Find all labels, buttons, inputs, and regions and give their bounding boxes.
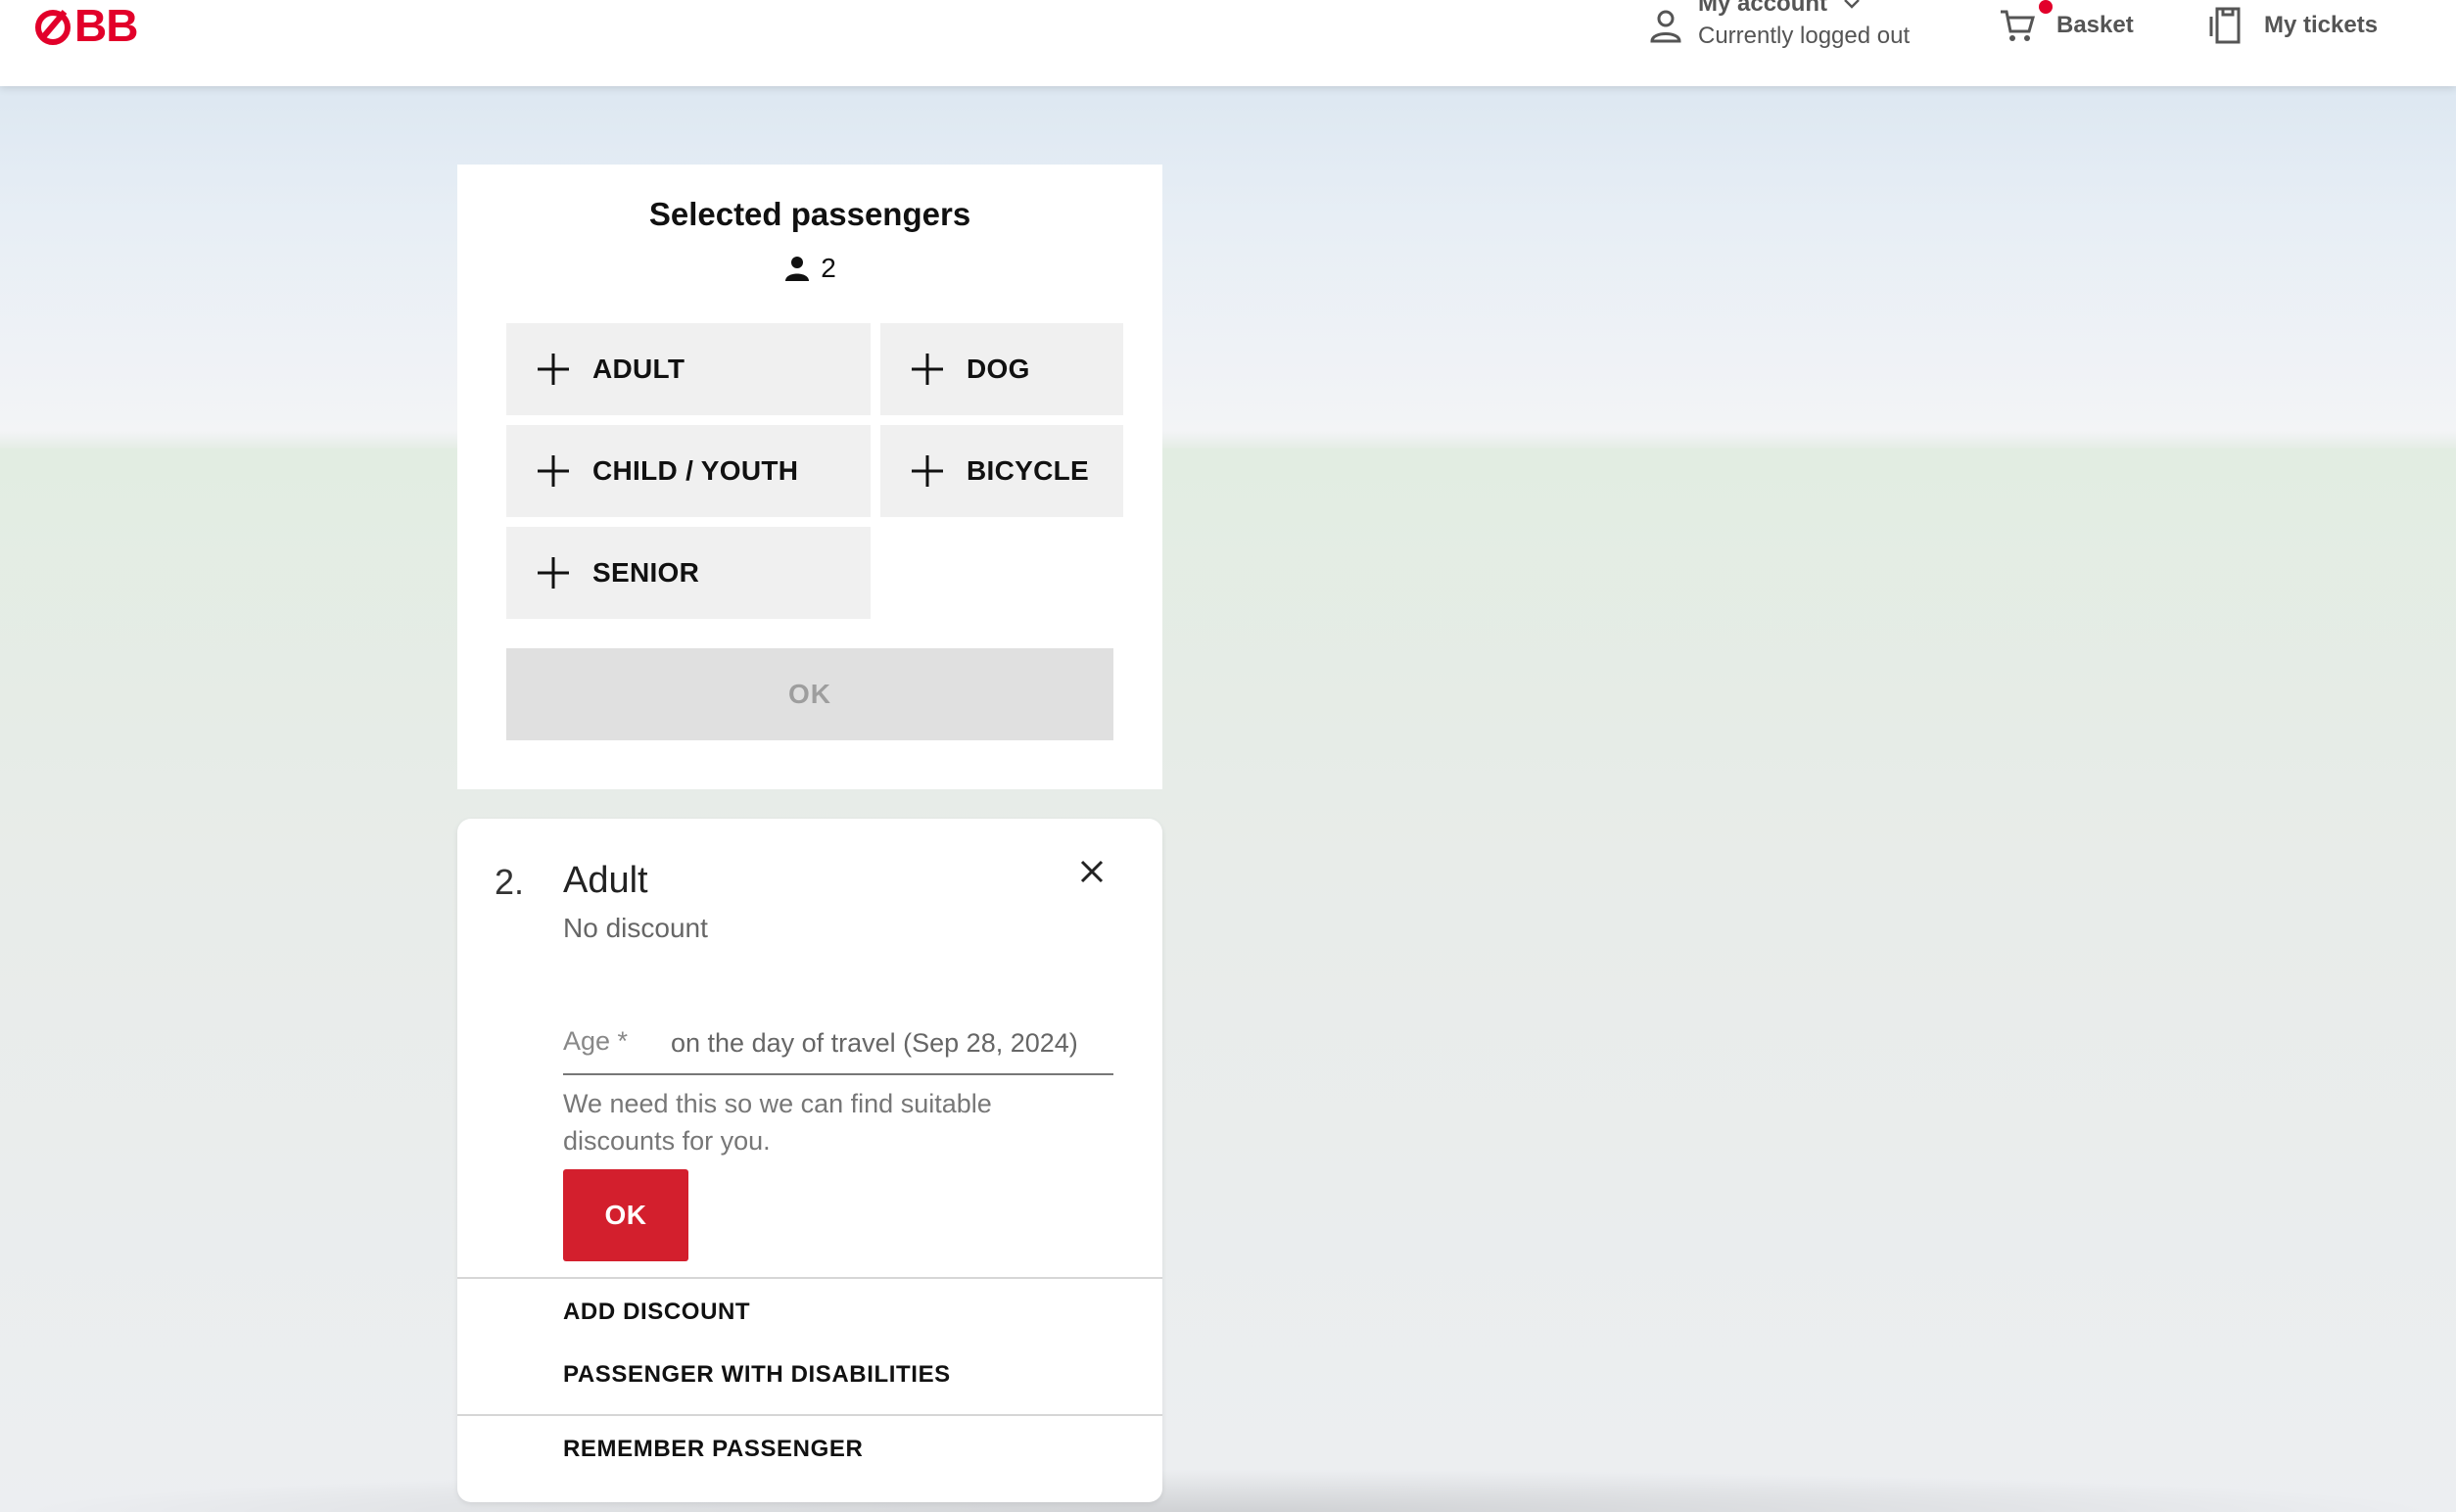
plus-icon — [912, 354, 943, 385]
obb-logo[interactable]: BB — [33, 0, 138, 51]
add-adult-label: ADULT — [592, 354, 685, 384]
obb-logo-mark — [33, 6, 72, 45]
add-adult-button[interactable]: ADULT — [506, 323, 871, 415]
plus-icon — [538, 455, 569, 487]
my-tickets-label: My tickets — [2264, 12, 2379, 38]
passenger-number: 2. — [495, 862, 525, 902]
account-title: My account — [1698, 0, 1828, 17]
add-child-youth-button[interactable]: CHILD / YOUTH — [506, 425, 871, 517]
passenger-count-value: 2 — [821, 253, 836, 283]
age-label: Age * — [563, 1026, 629, 1056]
passenger-ok-button[interactable]: OK — [563, 1169, 688, 1261]
plus-icon — [538, 354, 569, 385]
remember-passenger-link[interactable]: REMEMBER PASSENGER — [563, 1436, 863, 1463]
basket-notification-dot — [2039, 0, 2053, 14]
basket-link[interactable]: Basket — [1998, 0, 2134, 47]
background-landscape — [0, 449, 2456, 1512]
add-discount-link[interactable]: ADD DISCOUNT — [563, 1299, 750, 1326]
obb-logo-text: BB — [74, 0, 138, 51]
selection-ok-button[interactable]: OK — [506, 648, 1113, 740]
basket-label: Basket — [2056, 12, 2134, 38]
chevron-down-icon — [1844, 0, 1860, 9]
age-helper-text: We need this so we can find suitable dis… — [563, 1089, 992, 1156]
age-input-underline — [563, 1073, 1113, 1075]
add-bicycle-button[interactable]: BICYCLE — [880, 425, 1123, 517]
bottom-shadow — [0, 1469, 2456, 1512]
top-header: BB My account Currently logged out Baske… — [0, 0, 2456, 86]
add-senior-button[interactable]: SENIOR — [506, 527, 871, 619]
disabilities-link[interactable]: PASSENGER WITH DISABILITIES — [563, 1361, 951, 1389]
add-bicycle-label: BICYCLE — [967, 455, 1089, 486]
plus-icon — [912, 455, 943, 487]
add-child-youth-label: CHILD / YOUTH — [592, 455, 799, 486]
passenger-selection-card: Selected passengers 2 ADULT DOG CHILD / … — [457, 165, 1162, 789]
close-icon[interactable] — [1072, 852, 1111, 891]
passenger-count: 2 — [457, 253, 1162, 284]
my-account-menu[interactable]: My account Currently logged out — [1647, 0, 1910, 55]
passenger-discount: No discount — [563, 913, 708, 943]
divider — [457, 1277, 1162, 1279]
my-tickets-link[interactable]: My tickets — [2209, 4, 2378, 47]
add-dog-button[interactable]: DOG — [880, 323, 1123, 415]
person-icon — [785, 257, 810, 281]
add-dog-label: DOG — [967, 354, 1030, 384]
account-status: Currently logged out — [1698, 23, 1911, 49]
plus-icon — [538, 557, 569, 589]
ticket-icon — [2209, 7, 2241, 44]
passenger-type-name: Adult — [563, 860, 648, 901]
person-outline-icon — [1650, 10, 1681, 43]
divider — [457, 1414, 1162, 1416]
selected-passengers-title: Selected passengers — [648, 196, 971, 232]
age-input[interactable] — [671, 1020, 984, 1063]
add-senior-label: SENIOR — [592, 557, 700, 588]
passenger-detail-card: 2. Adult No discount Age * on the day of… — [457, 819, 1162, 1502]
shopping-cart-icon — [1998, 0, 2053, 45]
